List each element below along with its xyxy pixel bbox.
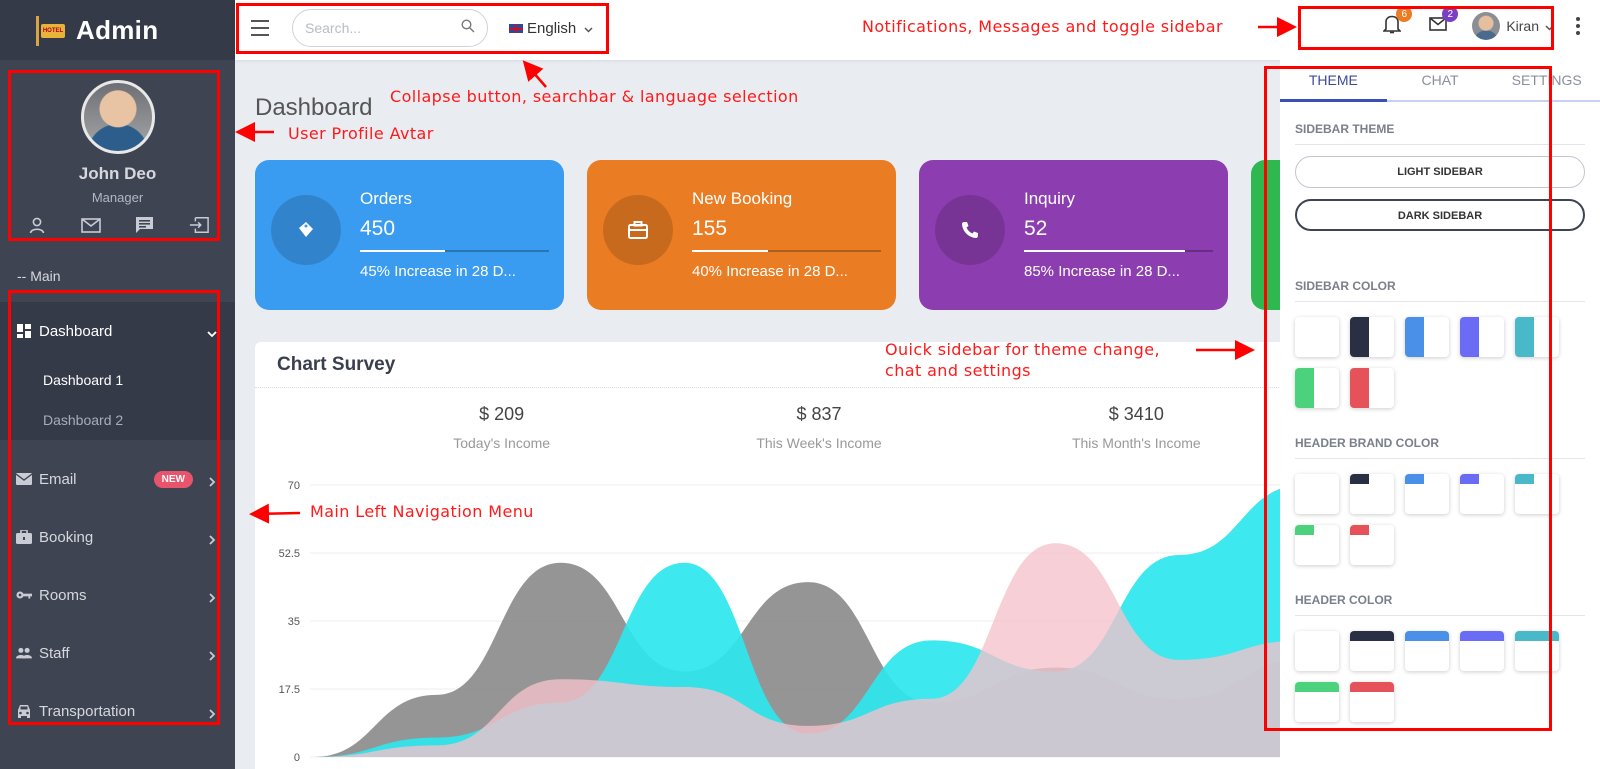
stat-label: This Week's Income [756,435,882,451]
y-tick-label: 70 [288,480,300,492]
annotation-box-header-right [1298,6,1554,50]
card-subtitle: 85% Increase in 28 D... [1024,263,1180,280]
annotation-quick-line-2: chat and settings [885,361,1031,380]
card-progress-bar [692,250,881,252]
annotation-header-right: Notifications, Messages and toggle sideb… [862,17,1223,36]
y-tick-label: 0 [294,752,300,764]
hotel-logo-icon: HOTEL [36,16,66,46]
card-title: Orders [360,189,412,208]
annotation-box-navigation [8,290,220,725]
stat-value: $ 209 [479,404,525,424]
income-stats: $ 209 Today's Income $ 837 This Week's I… [255,404,1280,451]
annotation-box-quick-sidebar [1264,66,1552,731]
card-subtitle: 40% Increase in 28 D... [692,263,848,280]
stat-label: This Month's Income [1071,435,1201,451]
stat-label: Today's Income [453,435,551,451]
card-progress-bar [1024,250,1213,252]
card-title: New Booking [692,189,793,208]
card-title: Inquiry [1024,189,1076,208]
y-tick-label: 52.5 [279,548,300,560]
stat-today: $ 209 Today's Income [343,404,660,451]
card-subtitle: 45% Increase in 28 D... [360,263,516,280]
stat-value: $ 837 [796,404,842,424]
main-content: Dashboard Orders 450 45% Increase in 28 … [235,60,1280,769]
phone-icon [935,195,1005,265]
card-value: 52 [1024,217,1048,240]
y-tick-label: 35 [288,616,300,628]
brand[interactable]: HOTEL Admin [0,0,235,60]
tag-icon [271,195,341,265]
annotation-quick-line-1: Ouick sidebar for theme change, [885,340,1160,359]
stat-month: $ 3410 This Month's Income [978,404,1280,451]
brand-title: Admin [76,14,159,45]
page-title: Dashboard [255,94,373,121]
stat-week: $ 837 This Week's Income [660,404,977,451]
card-value: 450 [360,217,396,240]
toggle-quick-sidebar-button[interactable] [1576,17,1580,35]
briefcase-icon [603,195,673,265]
annotation-header-left: Collapse button, searchbar & language se… [390,87,799,106]
annotation-navigation: Main Left Navigation Menu [310,502,534,521]
annotation-box-header-left [236,3,609,54]
stat-card-orders[interactable]: Orders 450 45% Increase in 28 D... [255,160,564,310]
card-value: 155 [692,217,728,240]
stat-card-inquiry[interactable]: Inquiry 52 85% Increase in 28 D... [919,160,1228,310]
annotation-profile: User Profile Avtar [288,124,434,143]
chart-survey-panel: Chart Survey $ 209 Today's Income $ 837 … [255,342,1280,769]
stat-card-new-booking[interactable]: New Booking 155 40% Increase in 28 D... [587,160,896,310]
annotation-box-profile [8,70,220,241]
stat-value: $ 3410 [1108,404,1164,424]
y-tick-label: 17.5 [279,684,300,696]
card-progress-bar [360,250,549,252]
